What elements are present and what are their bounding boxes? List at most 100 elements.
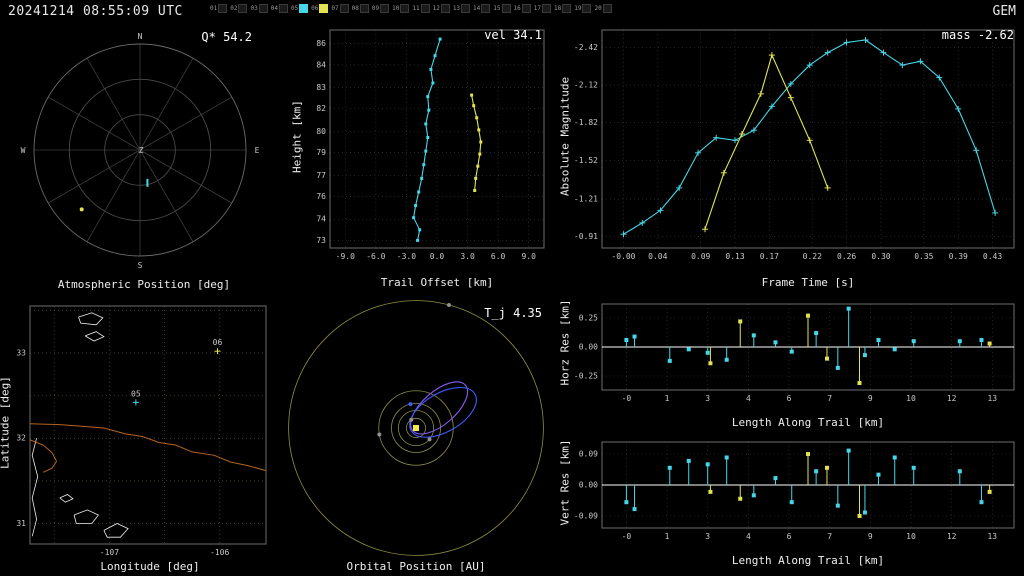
coastline: [103, 523, 129, 538]
frame-thumb-16[interactable]: 16: [514, 4, 531, 13]
panel-atmospheric-position: N S E W Z Q* 54.2 Atmospheric Position [deg]: [0, 22, 288, 298]
frame-square[interactable]: [521, 4, 531, 13]
tisserand-value: T_j 4.35: [484, 306, 542, 320]
svg-text:-0.25: -0.25: [574, 372, 598, 381]
frame-number: 03: [250, 4, 258, 12]
frame-square[interactable]: [541, 4, 551, 13]
magnitude-axis-label: Absolute Magnitude: [558, 76, 572, 197]
frame-square[interactable]: [258, 4, 268, 13]
svg-text:E: E: [255, 146, 260, 155]
frame-square[interactable]: [481, 4, 491, 13]
ground-track: [29, 423, 267, 472]
planet-dot: [408, 402, 413, 407]
frame-square[interactable]: [461, 4, 471, 13]
frame-thumb-17[interactable]: 17: [534, 4, 551, 13]
polar-marker-05: [146, 178, 149, 187]
frame-thumb-02[interactable]: 02: [230, 4, 248, 13]
frame-number: 18: [553, 4, 562, 12]
svg-text:0.25: 0.25: [579, 313, 598, 322]
frame-thumb-11[interactable]: 11: [412, 4, 430, 13]
svg-text:77: 77: [316, 171, 326, 180]
frame-thumb-19[interactable]: 19: [574, 4, 592, 13]
svg-text:-3.0: -3.0: [397, 252, 416, 261]
frame-thumb-18[interactable]: 18: [553, 4, 572, 13]
frame-square[interactable]: [319, 4, 329, 13]
atmospheric-caption: Atmospheric Position [deg]: [57, 278, 231, 291]
vert-res-axis-label: Vert Res [km]: [558, 439, 572, 526]
svg-text:Z: Z: [139, 146, 144, 155]
frame-number: 02: [230, 4, 238, 12]
svg-text:76: 76: [316, 192, 326, 201]
q-star-value: Q* 54.2: [201, 30, 252, 44]
planet-dot: [409, 417, 414, 422]
svg-text:0.39: 0.39: [949, 252, 968, 261]
svg-text:0.17: 0.17: [760, 252, 779, 261]
ground-map-plot: -107 -106 31 32 33 06 05: [16, 305, 267, 557]
svg-text:33: 33: [16, 348, 26, 357]
frame-square[interactable]: [420, 4, 430, 13]
frame-square[interactable]: [440, 4, 450, 13]
frame-thumb-12[interactable]: 12: [433, 4, 450, 13]
panel-height-profile: -9.0 -6.0 -3.0 0.0 3.0 6.0 9.0 73 74 76 77 79 80 82 83…: [288, 22, 556, 298]
frame-thumb-03[interactable]: 03: [250, 4, 268, 13]
frame-thumb-20[interactable]: 20: [594, 4, 612, 13]
frame-thumb-13[interactable]: 13: [453, 4, 471, 13]
svg-text:0.0: 0.0: [430, 252, 445, 261]
svg-text:-1.82: -1.82: [574, 118, 598, 127]
frame-square[interactable]: [602, 4, 612, 13]
planet-dot: [377, 432, 382, 437]
frame-square[interactable]: [299, 4, 309, 13]
longitude-axis-label: Longitude [deg]: [100, 560, 200, 573]
frame-number: 16: [513, 4, 521, 12]
frame-number: 10: [392, 4, 400, 12]
frame-thumb-01[interactable]: 01: [210, 4, 228, 13]
svg-text:-9.0: -9.0: [336, 252, 355, 261]
frame-number: 07: [331, 4, 339, 12]
frame-thumb-08[interactable]: 08: [352, 4, 369, 13]
svg-text:3: 3: [705, 532, 710, 541]
frame-thumb-15[interactable]: 15: [493, 4, 511, 13]
frame-thumb-07[interactable]: 07: [331, 4, 349, 13]
svg-text:-1.21: -1.21: [574, 195, 598, 204]
svg-text:1: 1: [665, 394, 670, 403]
utc-timestamp: 20241214 08:55:09 UTC: [8, 4, 183, 19]
svg-text:0.43: 0.43: [983, 252, 1002, 261]
latitude-axis-label: Latitude [deg]: [0, 376, 12, 469]
panel-orbit: T_j 4.35 Orbital Position [AU]: [276, 298, 556, 576]
frame-square[interactable]: [238, 4, 248, 13]
svg-text:-2.12: -2.12: [574, 81, 598, 90]
frame-number: 12: [432, 4, 440, 12]
frame-square[interactable]: [582, 4, 592, 13]
frame-square[interactable]: [218, 4, 228, 13]
frame-square[interactable]: [380, 4, 390, 13]
frame-square[interactable]: [359, 4, 369, 13]
frame-time-axis-label: Frame Time [s]: [761, 276, 855, 289]
frame-square[interactable]: [339, 4, 349, 13]
sun-marker: [413, 425, 419, 431]
frame-number: 09: [371, 4, 380, 12]
frame-square[interactable]: [501, 4, 511, 13]
frame-square[interactable]: [562, 4, 572, 13]
svg-text:6: 6: [787, 394, 792, 403]
svg-text:-0.09: -0.09: [574, 511, 598, 520]
orbit-plot: [288, 300, 544, 556]
frame-thumb-14[interactable]: 14: [473, 4, 491, 13]
svg-text:-107: -107: [100, 548, 119, 557]
svg-text:-0.91: -0.91: [574, 232, 598, 241]
svg-text:0.09: 0.09: [691, 252, 710, 261]
frame-square[interactable]: [278, 4, 288, 13]
frame-number: 15: [493, 4, 501, 12]
svg-text:7: 7: [827, 394, 832, 403]
planet-dot: [446, 302, 451, 307]
frame-square[interactable]: [400, 4, 410, 13]
frame-thumb-09[interactable]: 09: [371, 4, 390, 13]
frame-thumb-05[interactable]: 05: [291, 4, 309, 13]
frame-thumb-06[interactable]: 06: [311, 4, 329, 13]
svg-text:32: 32: [16, 434, 26, 443]
svg-text:-0.00: -0.00: [611, 252, 635, 261]
frame-thumb-10[interactable]: 10: [392, 4, 410, 13]
frame-number: 06: [311, 4, 319, 12]
series-06: [470, 93, 483, 192]
frame-thumb-04[interactable]: 04: [271, 4, 288, 13]
coastline: [73, 509, 100, 524]
